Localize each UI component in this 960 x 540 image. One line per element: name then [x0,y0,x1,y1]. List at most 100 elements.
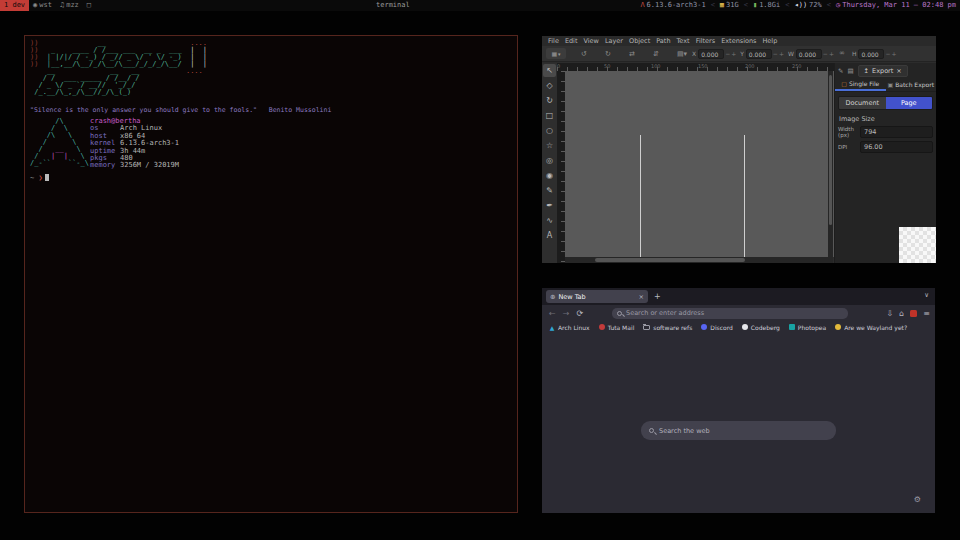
spin-field-y[interactable]: Y0.000−+ [740,49,784,59]
bookmark-item[interactable]: software refs [643,324,692,331]
memory-icon: ▮ [753,0,757,11]
url-bar[interactable]: Search or enter address [612,308,848,319]
tab-list-chevron-icon[interactable]: ∨ [924,291,929,299]
document-dock-icon[interactable]: ▤ [847,67,853,75]
bookmark-item[interactable]: Codeberg [742,324,780,331]
dpi-label: DPI [838,144,860,150]
bookmark-label: Tuta Mail [608,324,635,331]
workspace-tag[interactable]: ♫mzz [56,0,83,11]
selector-tool-icon[interactable]: ↖ [543,64,556,77]
spin-field-h[interactable]: H0.000−+ [852,49,897,59]
image-size-label: Image Size [839,115,936,123]
pencil-tool-icon[interactable]: ✎ [543,184,556,197]
inkscape-canvas[interactable] [565,71,849,257]
clock-icon: ◷ [836,0,840,11]
circle-icon: ◉ [33,0,37,11]
workspace-tag[interactable]: 1 dev [0,0,29,11]
spin-field-x[interactable]: X0.000−+ [692,49,736,59]
star-tool-icon[interactable]: ☆ [543,139,556,152]
export-subtab-batch[interactable]: ▣Batch Export [886,78,937,91]
tab-close-icon[interactable]: × [639,293,644,301]
flip-vertical-icon[interactable]: ⇵ [650,50,662,58]
ruler-vertical [557,71,565,263]
browser-window[interactable]: ⊕ New Tab × + ∨ ← → ⟳ Search or enter ad… [542,288,935,513]
arch-ascii-logo: /\ / \ /\ \ / \ / __ \ / | | \ /_-`` ``-… [30,118,90,170]
dpi-input[interactable]: 96.00 [860,141,933,153]
menu-object[interactable]: Object [626,37,653,45]
menu-hamburger-icon[interactable]: ≡ [923,309,930,318]
inkscape-menubar: FileEditViewLayerObjectPathTextFiltersEx… [542,36,936,46]
terminal-window[interactable]: )) __ .... )) _ ____ / /___ ___ __ _ ___… [24,35,518,513]
menu-help[interactable]: Help [759,37,780,45]
rotate-tool-icon[interactable]: ↻ [543,94,556,107]
search-icon [649,428,654,433]
ublock-extension-icon[interactable] [910,310,917,317]
status-separator: < [711,0,715,11]
calligraphy-tool-icon[interactable]: ∿ [543,214,556,227]
export-dialog-tab[interactable]: ↥Export× [858,65,908,77]
snap-dropdown-icon[interactable]: ▤▾ [676,50,688,58]
bookmark-item[interactable]: ▲Arch Linux [549,324,590,331]
back-button[interactable]: ← [549,309,556,318]
personalize-gear-icon[interactable]: ⚙ [914,495,921,504]
bookmark-item[interactable]: Are we Wayland yet? [835,324,907,331]
canvas-vscrollbar[interactable] [828,71,833,263]
browser-tab[interactable]: ⊕ New Tab × [546,290,648,303]
bookmark-item[interactable]: Photopea [789,324,826,331]
menu-layer[interactable]: Layer [602,37,626,45]
reload-button[interactable]: ⟳ [576,309,583,318]
workspace-tag[interactable]: ◉wst [29,0,56,11]
menu-text[interactable]: Text [674,37,693,45]
spin-field-w[interactable]: W0.000−+ [788,49,834,59]
status-segment: ▦31G [720,0,739,11]
menu-view[interactable]: View [580,37,601,45]
pen-tool-icon[interactable]: ✒ [543,199,556,212]
spiral-tool-icon[interactable]: ◎ [543,154,556,167]
menu-file[interactable]: File [545,37,562,45]
lock-ratio-icon[interactable]: ∞ [836,49,848,59]
rotate-cw-icon[interactable]: ↻ [602,50,614,58]
pencil-dock-icon[interactable]: ✎ [838,67,843,75]
home-icon[interactable]: ⌂ [899,309,904,318]
menu-extensions[interactable]: Extensions [718,37,759,45]
blob-tool-icon[interactable]: ◉ [543,169,556,182]
close-export-icon[interactable]: × [896,67,901,75]
status-separator: < [744,0,748,11]
text-tool-icon[interactable]: A [543,229,556,242]
bookmark-label: Discord [710,324,733,331]
ellipse-tool-icon[interactable]: ○ [543,124,556,137]
export-scope-document[interactable]: Document [839,97,886,109]
web-search-box[interactable]: Search the web [641,421,836,440]
bookmark-item[interactable]: Discord [701,324,733,331]
tag-label: mzz [66,0,79,11]
inkscape-window[interactable]: FileEditViewLayerObjectPathTextFiltersEx… [542,36,936,263]
export-scope-page[interactable]: Page [886,97,933,109]
canvas-hscrollbar[interactable] [565,257,828,263]
focused-window-title: terminal [376,0,410,11]
export-icon: ↥ [864,67,869,75]
menu-path[interactable]: Path [653,37,673,45]
tag-label: 1 dev [4,0,25,11]
forward-button[interactable]: → [563,309,570,318]
browser-navbar: ← → ⟳ Search or enter address ⇩ ⌂ ≡ [542,305,935,321]
status-text: 72% [809,0,822,11]
tab-title: New Tab [558,293,585,301]
flip-horizontal-icon[interactable]: ⇄ [626,50,638,58]
workspace-tag[interactable]: □ [83,0,95,11]
shell-prompt[interactable]: ~ ❯ [30,174,49,182]
url-placeholder: Search or enter address [626,309,704,317]
tool-preset-dropdown[interactable]: ▦▾ [546,48,566,59]
bookmark-label: Are we Wayland yet? [844,324,907,331]
node-editor-tool-icon[interactable]: ◇ [543,79,556,92]
bookmark-label: Photopea [798,324,826,331]
menu-filters[interactable]: Filters [693,37,718,45]
bookmark-item[interactable]: Tuta Mail [599,324,635,331]
status-separator: < [827,0,831,11]
new-tab-button[interactable]: + [654,292,661,301]
downloads-icon[interactable]: ⇩ [887,309,894,318]
rotate-ccw-icon[interactable]: ↺ [578,50,590,58]
rectangle-tool-icon[interactable]: □ [543,109,556,122]
menu-edit[interactable]: Edit [562,37,581,45]
export-subtab-single-file[interactable]: ▢Single File [835,78,886,91]
width-input[interactable]: 794 [860,126,933,138]
